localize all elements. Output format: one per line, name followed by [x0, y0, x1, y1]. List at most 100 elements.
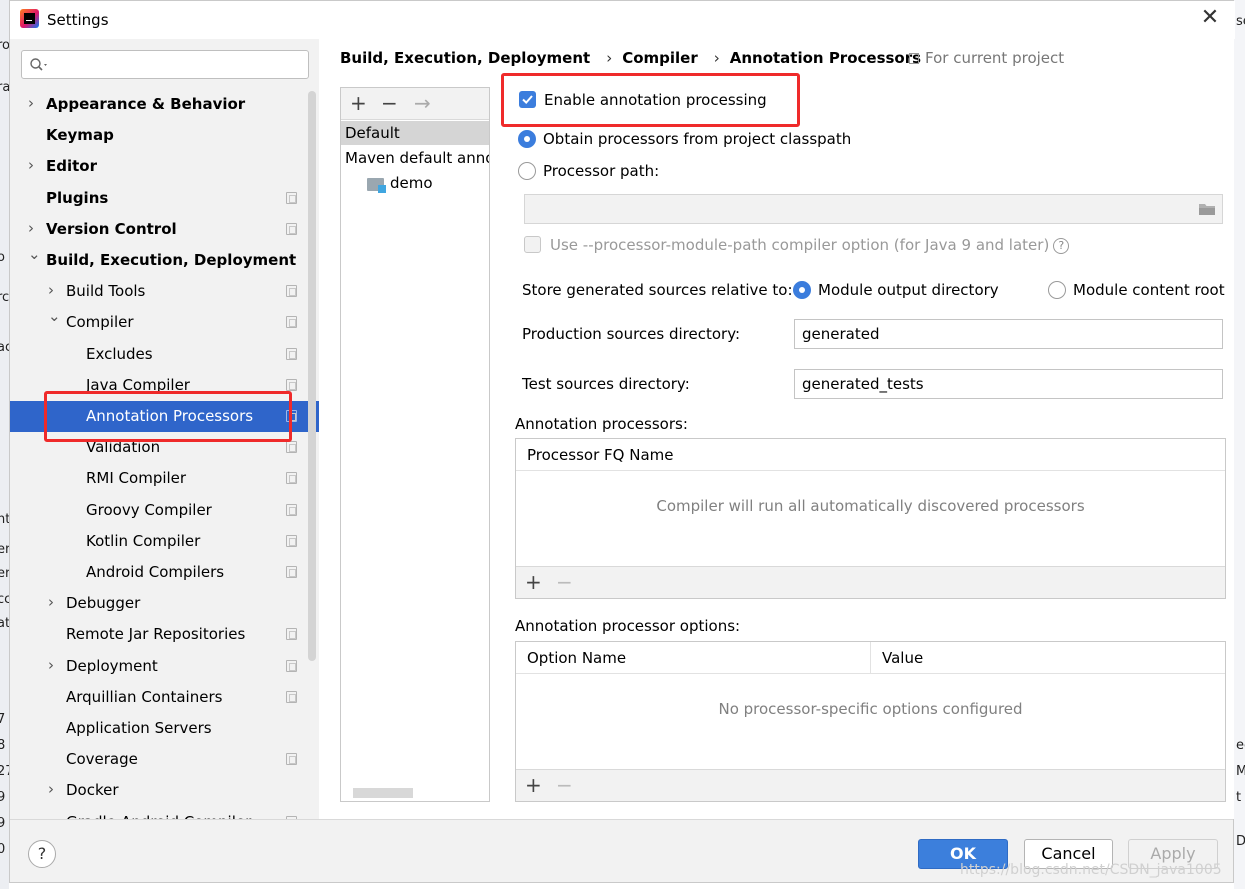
background-text: D — [1236, 834, 1245, 849]
column-header-value[interactable]: Value — [882, 649, 923, 667]
sidebar-item-arquillian-containers[interactable]: Arquillian Containers — [10, 682, 319, 713]
sidebar-item-label: Compiler — [66, 313, 134, 332]
profile-list-item[interactable]: Default — [341, 121, 489, 145]
breadcrumb-separator: › — [606, 49, 613, 67]
sidebar-item-version-control[interactable]: › Version Control — [10, 214, 319, 245]
chevron-right-icon[interactable]: › — [48, 281, 54, 299]
close-icon[interactable]: ✕ — [1197, 5, 1223, 31]
processor-path-label[interactable]: Processor path: — [543, 162, 659, 180]
search-input[interactable] — [21, 50, 309, 79]
sidebar-item-label: Deployment — [66, 656, 158, 675]
sidebar-item-docker[interactable]: › Docker — [10, 775, 319, 806]
table-toolbar: + − — [516, 566, 1225, 598]
column-header-option-name[interactable]: Option Name — [527, 649, 626, 667]
table-toolbar: + − — [516, 769, 1225, 801]
background-text: nt — [0, 512, 9, 527]
profile-list-item[interactable]: Maven default annotation processors prof… — [341, 146, 489, 170]
sidebar-item-excludes[interactable]: Excludes — [10, 339, 319, 370]
title-bar: Settings ✕ — [10, 1, 1235, 39]
sidebar-item-android-compilers[interactable]: Android Compilers — [10, 557, 319, 588]
settings-dialog: Settings ✕ › Appearance & Behavior Keymap ›… — [9, 0, 1235, 883]
profiles-panel: + − → Default Maven default annotation pr… — [340, 87, 490, 802]
background-window-left: ro ra o rc ac nt er er cc at 7 8 27 9 9 0 — [0, 0, 9, 889]
obtain-from-classpath-label[interactable]: Obtain processors from project classpath — [543, 130, 851, 148]
annotation-processor-options-heading: Annotation processor options: — [515, 617, 741, 635]
sidebar-item-build-tools[interactable]: › Build Tools — [10, 276, 319, 307]
breadcrumb-separator: › — [713, 49, 720, 67]
chevron-right-icon[interactable]: › — [48, 593, 54, 611]
module-output-directory-label[interactable]: Module output directory — [818, 281, 999, 299]
processor-path-field[interactable] — [524, 194, 1223, 224]
sidebar-item-label: Arquillian Containers — [66, 687, 223, 706]
sidebar-item-label: Build, Execution, Deployment — [46, 251, 297, 269]
move-profile-button[interactable]: → — [414, 91, 431, 115]
remove-processor-button[interactable]: − — [556, 570, 573, 594]
project-scope-icon — [286, 472, 297, 485]
project-scope-icon — [286, 285, 297, 298]
sidebar-item-build-execution-deployment[interactable]: ⌄ Build, Execution, Deployment — [10, 245, 319, 276]
sidebar-item-editor[interactable]: › Editor — [10, 151, 319, 182]
column-header-processor-fq-name[interactable]: Processor FQ Name — [527, 446, 673, 464]
background-window-right: se ec Mt D — [1234, 0, 1245, 889]
background-text: ec — [1236, 738, 1245, 753]
profile-label: demo — [390, 174, 433, 192]
sidebar-item-appearance-behavior[interactable]: › Appearance & Behavior — [10, 89, 319, 120]
chevron-right-icon[interactable]: › — [28, 156, 34, 174]
chevron-down-icon[interactable]: ⌄ — [28, 245, 41, 263]
test-sources-label: Test sources directory: — [522, 375, 690, 393]
chevron-right-icon[interactable]: › — [28, 219, 34, 237]
project-scope-icon — [286, 191, 297, 204]
background-text: ro — [0, 38, 9, 53]
module-content-root-radio[interactable] — [1048, 281, 1066, 299]
sidebar-item-debugger[interactable]: › Debugger — [10, 588, 319, 619]
module-folder-icon — [367, 178, 386, 193]
sidebar-item-label: Coverage — [66, 750, 138, 769]
chevron-down-icon[interactable]: ⌄ — [48, 307, 61, 325]
sidebar-item-compiler[interactable]: ⌄ Compiler — [10, 307, 319, 338]
sidebar-item-remote-jar-repositories[interactable]: Remote Jar Repositories — [10, 619, 319, 650]
project-scope-icon — [286, 347, 297, 360]
sidebar-item-coverage[interactable]: Coverage — [10, 744, 319, 775]
sidebar-item-keymap[interactable]: Keymap — [10, 120, 319, 151]
background-text: o — [0, 250, 5, 265]
background-text: er — [0, 566, 9, 581]
processor-module-path-checkbox[interactable] — [524, 236, 541, 253]
sidebar-item-gradle-android-compiler[interactable]: Gradle-Android Compiler — [10, 807, 319, 819]
help-icon[interactable]: ? — [1053, 238, 1070, 254]
sidebar-scrollbar[interactable] — [308, 91, 316, 661]
sidebar-item-plugins[interactable]: Plugins — [10, 183, 319, 214]
add-profile-button[interactable]: + — [350, 91, 367, 115]
profile-list-item[interactable]: demo — [341, 171, 489, 195]
obtain-from-classpath-radio[interactable] — [518, 130, 536, 148]
sidebar-item-kotlin-compiler[interactable]: Kotlin Compiler — [10, 526, 319, 557]
intellij-icon — [20, 9, 39, 28]
test-sources-input[interactable]: generated_tests — [794, 369, 1223, 399]
profiles-scrollbar[interactable] — [353, 788, 413, 798]
table-header: Processor FQ Name — [516, 439, 1225, 471]
project-scope-icon — [286, 534, 297, 547]
chevron-right-icon[interactable]: › — [28, 94, 34, 112]
remove-profile-button[interactable]: − — [381, 91, 398, 115]
chevron-right-icon[interactable]: › — [48, 780, 54, 798]
chevron-right-icon[interactable]: › — [48, 656, 54, 674]
sidebar-item-label: Kotlin Compiler — [86, 531, 201, 550]
production-sources-input[interactable]: generated — [794, 319, 1223, 349]
module-output-directory-radio[interactable] — [793, 281, 811, 299]
module-content-root-label[interactable]: Module content root — [1073, 281, 1225, 299]
sidebar-item-deployment[interactable]: › Deployment — [10, 651, 319, 682]
profiles-toolbar: + − → — [341, 88, 489, 120]
add-option-button[interactable]: + — [525, 773, 542, 797]
add-processor-button[interactable]: + — [525, 570, 542, 594]
breadcrumb-item: Annotation Processors — [729, 49, 922, 67]
sidebar-item-groovy-compiler[interactable]: Groovy Compiler — [10, 495, 319, 526]
profile-label: Default — [345, 124, 400, 142]
project-scope-icon — [286, 503, 297, 516]
help-button[interactable]: ? — [28, 840, 56, 868]
sidebar-item-label: Appearance & Behavior — [46, 95, 246, 113]
processor-path-radio[interactable] — [518, 162, 536, 180]
folder-icon[interactable] — [1198, 202, 1216, 216]
sidebar-item-rmi-compiler[interactable]: RMI Compiler — [10, 463, 319, 494]
sidebar-item-application-servers[interactable]: Application Servers — [10, 713, 319, 744]
sidebar-item-label: Build Tools — [66, 282, 146, 301]
remove-option-button[interactable]: − — [556, 773, 573, 797]
